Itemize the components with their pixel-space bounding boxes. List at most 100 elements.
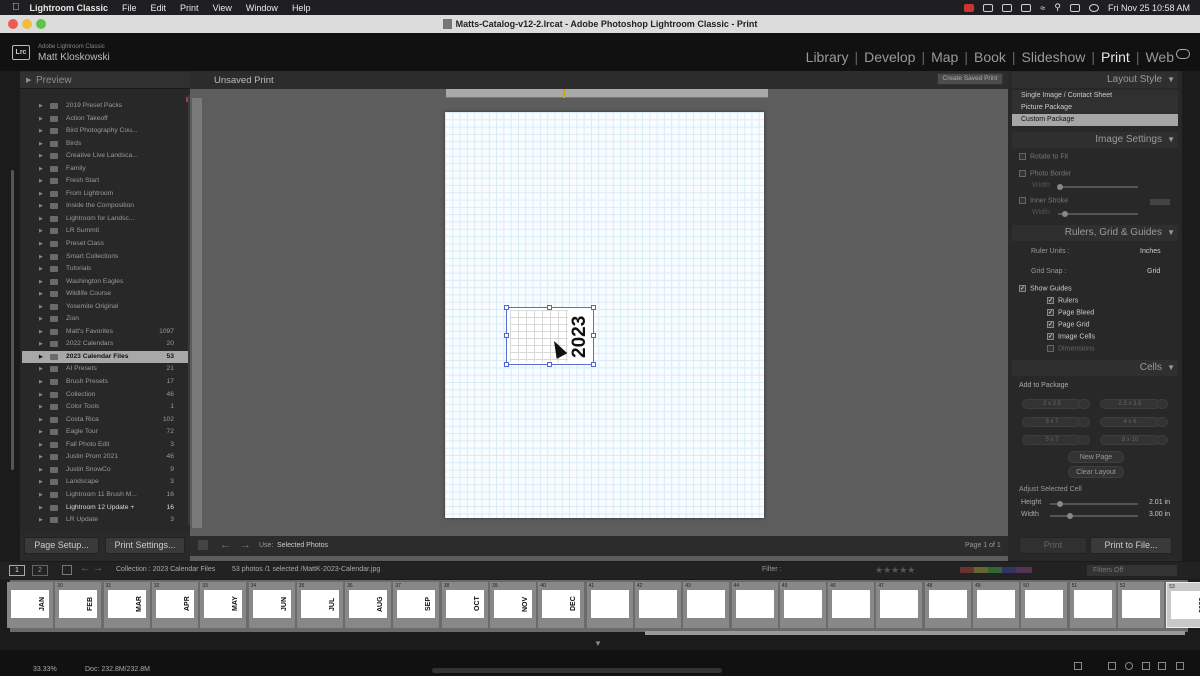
- siri-icon[interactable]: [1088, 3, 1099, 12]
- control-center-icon[interactable]: [1069, 3, 1080, 12]
- expand-arrow-icon[interactable]: ▶: [39, 464, 43, 477]
- rating-filter-stars[interactable]: ★★★★★: [875, 565, 915, 576]
- expand-arrow-icon[interactable]: ▶: [39, 502, 43, 515]
- grid-snap-select[interactable]: Grid: [1147, 268, 1167, 275]
- create-saved-print-button[interactable]: Create Saved Print: [937, 73, 1003, 85]
- collection-item[interactable]: ▶ Family: [22, 163, 188, 176]
- module-develop[interactable]: Develop: [864, 49, 915, 65]
- filmstrip-thumbnail[interactable]: 42: [634, 582, 681, 628]
- cells-header[interactable]: Cells ▼: [1012, 360, 1178, 376]
- filmstrip-thumbnail[interactable]: 34 JUN: [248, 582, 295, 628]
- module-map[interactable]: Map: [931, 49, 958, 65]
- collection-item[interactable]: ▶ Fall Photo Edit 3: [22, 439, 188, 452]
- left-panel-edge[interactable]: [0, 71, 20, 561]
- guide-page-bleed-checkbox[interactable]: ✓: [1047, 309, 1054, 316]
- cell-size-dropdown-icon[interactable]: [1078, 417, 1090, 427]
- expand-arrow-icon[interactable]: ▶: [39, 489, 43, 502]
- cell-size-dropdown-icon[interactable]: [1156, 435, 1168, 445]
- close-window-icon[interactable]: [8, 19, 18, 29]
- use-select[interactable]: Selected Photos: [277, 542, 328, 549]
- collection-item[interactable]: ▶ Zion: [22, 313, 188, 326]
- play-icon[interactable]: [1002, 3, 1013, 12]
- filmstrip-back-icon[interactable]: ←: [80, 563, 90, 574]
- show-guides-row[interactable]: ✓ Show Guides: [1019, 285, 1185, 292]
- module-web[interactable]: Web: [1145, 49, 1174, 65]
- cell-handle-t[interactable]: [547, 305, 552, 310]
- apple-icon[interactable]: : [12, 2, 20, 13]
- expand-arrow-icon[interactable]: ▶: [39, 238, 43, 251]
- collection-item[interactable]: ▶ Wildlife Course: [22, 288, 188, 301]
- page-setup-button[interactable]: Page Setup...: [24, 537, 99, 554]
- module-library[interactable]: Library: [806, 49, 849, 65]
- collection-item[interactable]: ▶ Brush Presets 17: [22, 376, 188, 389]
- cell-size-dropdown-icon[interactable]: [1156, 399, 1168, 409]
- collection-item[interactable]: ▶ Matt's Favorites 1097: [22, 326, 188, 339]
- new-layer-icon[interactable]: [1158, 662, 1166, 670]
- guide-dimensions-row[interactable]: Dimensions: [1047, 345, 1200, 352]
- cell-handle-l[interactable]: [504, 333, 509, 338]
- vertical-ruler[interactable]: [192, 98, 202, 528]
- cell-size-8x10-button[interactable]: 8 x 10: [1100, 435, 1160, 445]
- cell-handle-tr[interactable]: [591, 305, 596, 310]
- clear-layout-button[interactable]: Clear Layout: [1068, 466, 1124, 478]
- collection-item[interactable]: ▶ Lightroom 11 Brush M... 16: [22, 489, 188, 502]
- expand-arrow-icon[interactable]: ▶: [39, 451, 43, 464]
- frame-icon[interactable]: [1108, 662, 1116, 670]
- collection-item[interactable]: ▶ Yosemite Original: [22, 301, 188, 314]
- collapse-triangle-icon[interactable]: ▼: [1167, 360, 1175, 376]
- expand-arrow-icon[interactable]: ▶: [39, 414, 43, 427]
- collection-item[interactable]: ▶ 2023 Calendar Files 53: [22, 350, 188, 364]
- wifi-icon[interactable]: ≈: [1040, 3, 1045, 13]
- stop-icon[interactable]: [198, 540, 208, 550]
- menubar-datetime[interactable]: Fri Nov 25 10:58 AM: [1108, 3, 1190, 13]
- collection-item[interactable]: ▶ Eagle Tour 72: [22, 426, 188, 439]
- collection-item[interactable]: ▶ Bird Photography Cou...: [22, 125, 188, 138]
- print-settings-button[interactable]: Print Settings...: [105, 537, 185, 554]
- filmstrip-thumbnail[interactable]: 44: [731, 582, 778, 628]
- collection-item[interactable]: ▶ Lightroom for Landsc...: [22, 213, 188, 226]
- expand-arrow-icon[interactable]: ▶: [39, 200, 43, 213]
- preview-panel-header[interactable]: ▶ Preview: [20, 72, 190, 89]
- module-slideshow[interactable]: Slideshow: [1022, 49, 1086, 65]
- cell-height-slider[interactable]: [1050, 503, 1138, 505]
- cell-handle-b[interactable]: [547, 362, 552, 367]
- collection-item[interactable]: ▶ Inside the Composition: [22, 200, 188, 213]
- cell-size-3x7-button[interactable]: 3 x 7: [1022, 417, 1082, 427]
- stroke-color-swatch[interactable]: [1150, 199, 1170, 205]
- collection-item[interactable]: ▶ Costa Rica 102: [22, 414, 188, 427]
- expand-arrow-icon[interactable]: ▶: [39, 514, 43, 527]
- filmstrip-thumbnail[interactable]: 33 MAY: [200, 582, 247, 628]
- search-icon[interactable]: ⚲: [1054, 2, 1061, 13]
- expand-arrow-icon[interactable]: ▶: [39, 326, 43, 339]
- collection-item[interactable]: ▶ Collection 46: [22, 389, 188, 402]
- collection-item[interactable]: ▶ Washington Eagles: [22, 276, 188, 289]
- collection-item[interactable]: ▶ 2022 Calendars 20: [22, 338, 188, 351]
- grid-view-icon[interactable]: [62, 565, 72, 575]
- guide-page-bleed-row[interactable]: ✓ Page Bleed: [1047, 309, 1200, 316]
- cell-size-5x7-button[interactable]: 5 x 7: [1022, 435, 1082, 445]
- filmstrip-thumbnail[interactable]: 51: [1069, 582, 1116, 628]
- collection-item[interactable]: ▶ Preset Class: [22, 238, 188, 251]
- cell-handle-r[interactable]: [591, 333, 596, 338]
- filmstrip-thumbnail[interactable]: JAN: [7, 582, 53, 628]
- layout-custom-package[interactable]: Custom Package: [1012, 114, 1178, 126]
- cell-size-dropdown-icon[interactable]: [1078, 399, 1090, 409]
- expand-arrow-icon[interactable]: ▶: [39, 225, 43, 238]
- bluetooth-icon[interactable]: [1021, 3, 1032, 12]
- border-width-slider[interactable]: [1058, 186, 1138, 188]
- cell-height-knob[interactable]: [1057, 501, 1063, 507]
- expand-arrow-icon[interactable]: ▶: [39, 263, 43, 276]
- module-print[interactable]: Print: [1101, 49, 1130, 65]
- cell-handle-bl[interactable]: [504, 362, 509, 367]
- filmstrip-thumbnail[interactable]: 39 NOV: [490, 582, 536, 628]
- filmstrip-thumbnail[interactable]: 31 MAR: [103, 582, 150, 628]
- expand-arrow-icon[interactable]: ▶: [39, 175, 43, 188]
- show-guides-checkbox[interactable]: ✓: [1019, 285, 1026, 292]
- expand-arrow-icon[interactable]: ▶: [39, 338, 43, 351]
- collection-item[interactable]: ▶ Smart Collections: [22, 251, 188, 264]
- collapse-triangle-icon[interactable]: ▼: [1167, 132, 1175, 148]
- filmstrip-thumbnail[interactable]: 47: [876, 582, 923, 628]
- print-page[interactable]: [445, 112, 764, 518]
- collection-item[interactable]: ▶ Landscape 3: [22, 476, 188, 489]
- expand-arrow-icon[interactable]: ▶: [39, 100, 43, 113]
